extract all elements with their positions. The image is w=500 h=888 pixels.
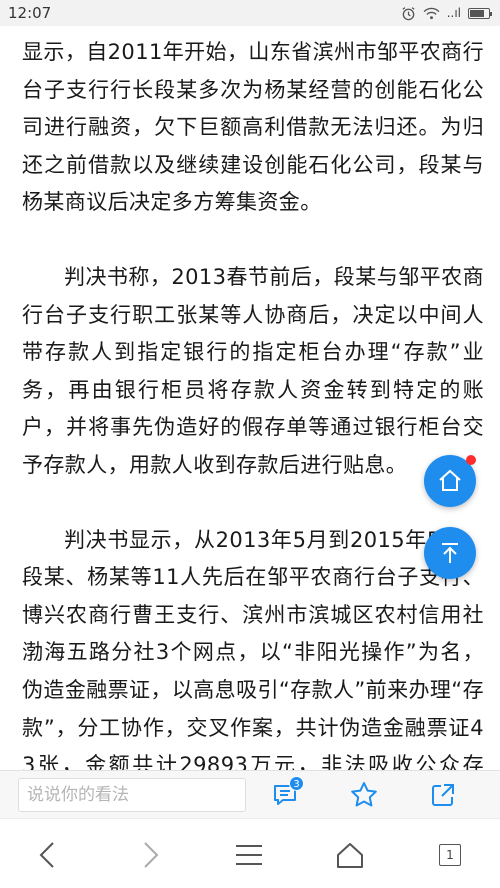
comments-button[interactable]: 3	[268, 776, 304, 812]
back-to-top-button[interactable]	[424, 527, 476, 579]
alarm-icon	[402, 6, 415, 20]
menu-icon	[236, 845, 262, 865]
back-button[interactable]	[28, 837, 68, 873]
house-icon	[337, 843, 363, 868]
chevron-left-icon	[39, 842, 54, 868]
status-bar: 12:07 ..ıl	[0, 0, 500, 26]
forward-button[interactable]	[130, 837, 170, 873]
favorite-button[interactable]	[347, 778, 381, 812]
share-button[interactable]	[426, 778, 460, 812]
comment-input[interactable]	[18, 777, 246, 812]
article-paragraph: 判决书显示，从2013年5月到2015年5月，段某、杨某等11人先后在邹平农商行…	[22, 527, 484, 770]
menu-button[interactable]	[229, 837, 269, 873]
comment-count-badge: 3	[289, 776, 304, 791]
home-page-button[interactable]	[330, 837, 370, 873]
chevron-right-icon	[144, 842, 159, 868]
tabs-button[interactable]: 1	[430, 837, 470, 873]
notification-dot	[466, 455, 476, 465]
wifi-icon	[423, 7, 440, 19]
battery-icon	[468, 7, 492, 19]
signal-icon: ..ıl	[446, 6, 461, 20]
comment-bar: 3	[0, 770, 500, 818]
star-icon	[351, 782, 377, 807]
status-time: 12:07	[8, 4, 52, 22]
article-body: 显示，自2011年开始，山东省滨州市邹平农商行台子支行行长段某多次为杨某经营的创…	[0, 26, 500, 770]
browser-nav-bar: 1	[0, 818, 500, 888]
article-paragraph: 显示，自2011年开始，山东省滨州市邹平农商行台子支行行长段某多次为杨某经营的创…	[22, 40, 484, 215]
share-icon	[432, 784, 454, 806]
status-icons: ..ıl	[401, 6, 492, 21]
tab-count: 1	[439, 844, 461, 866]
home-icon	[439, 469, 461, 491]
article-paragraph: 判决书称，2013春节前后，段某与邹平农商行台子支行职工张某等人协商后，决定以中…	[22, 264, 484, 477]
arrow-up-icon	[442, 543, 458, 563]
